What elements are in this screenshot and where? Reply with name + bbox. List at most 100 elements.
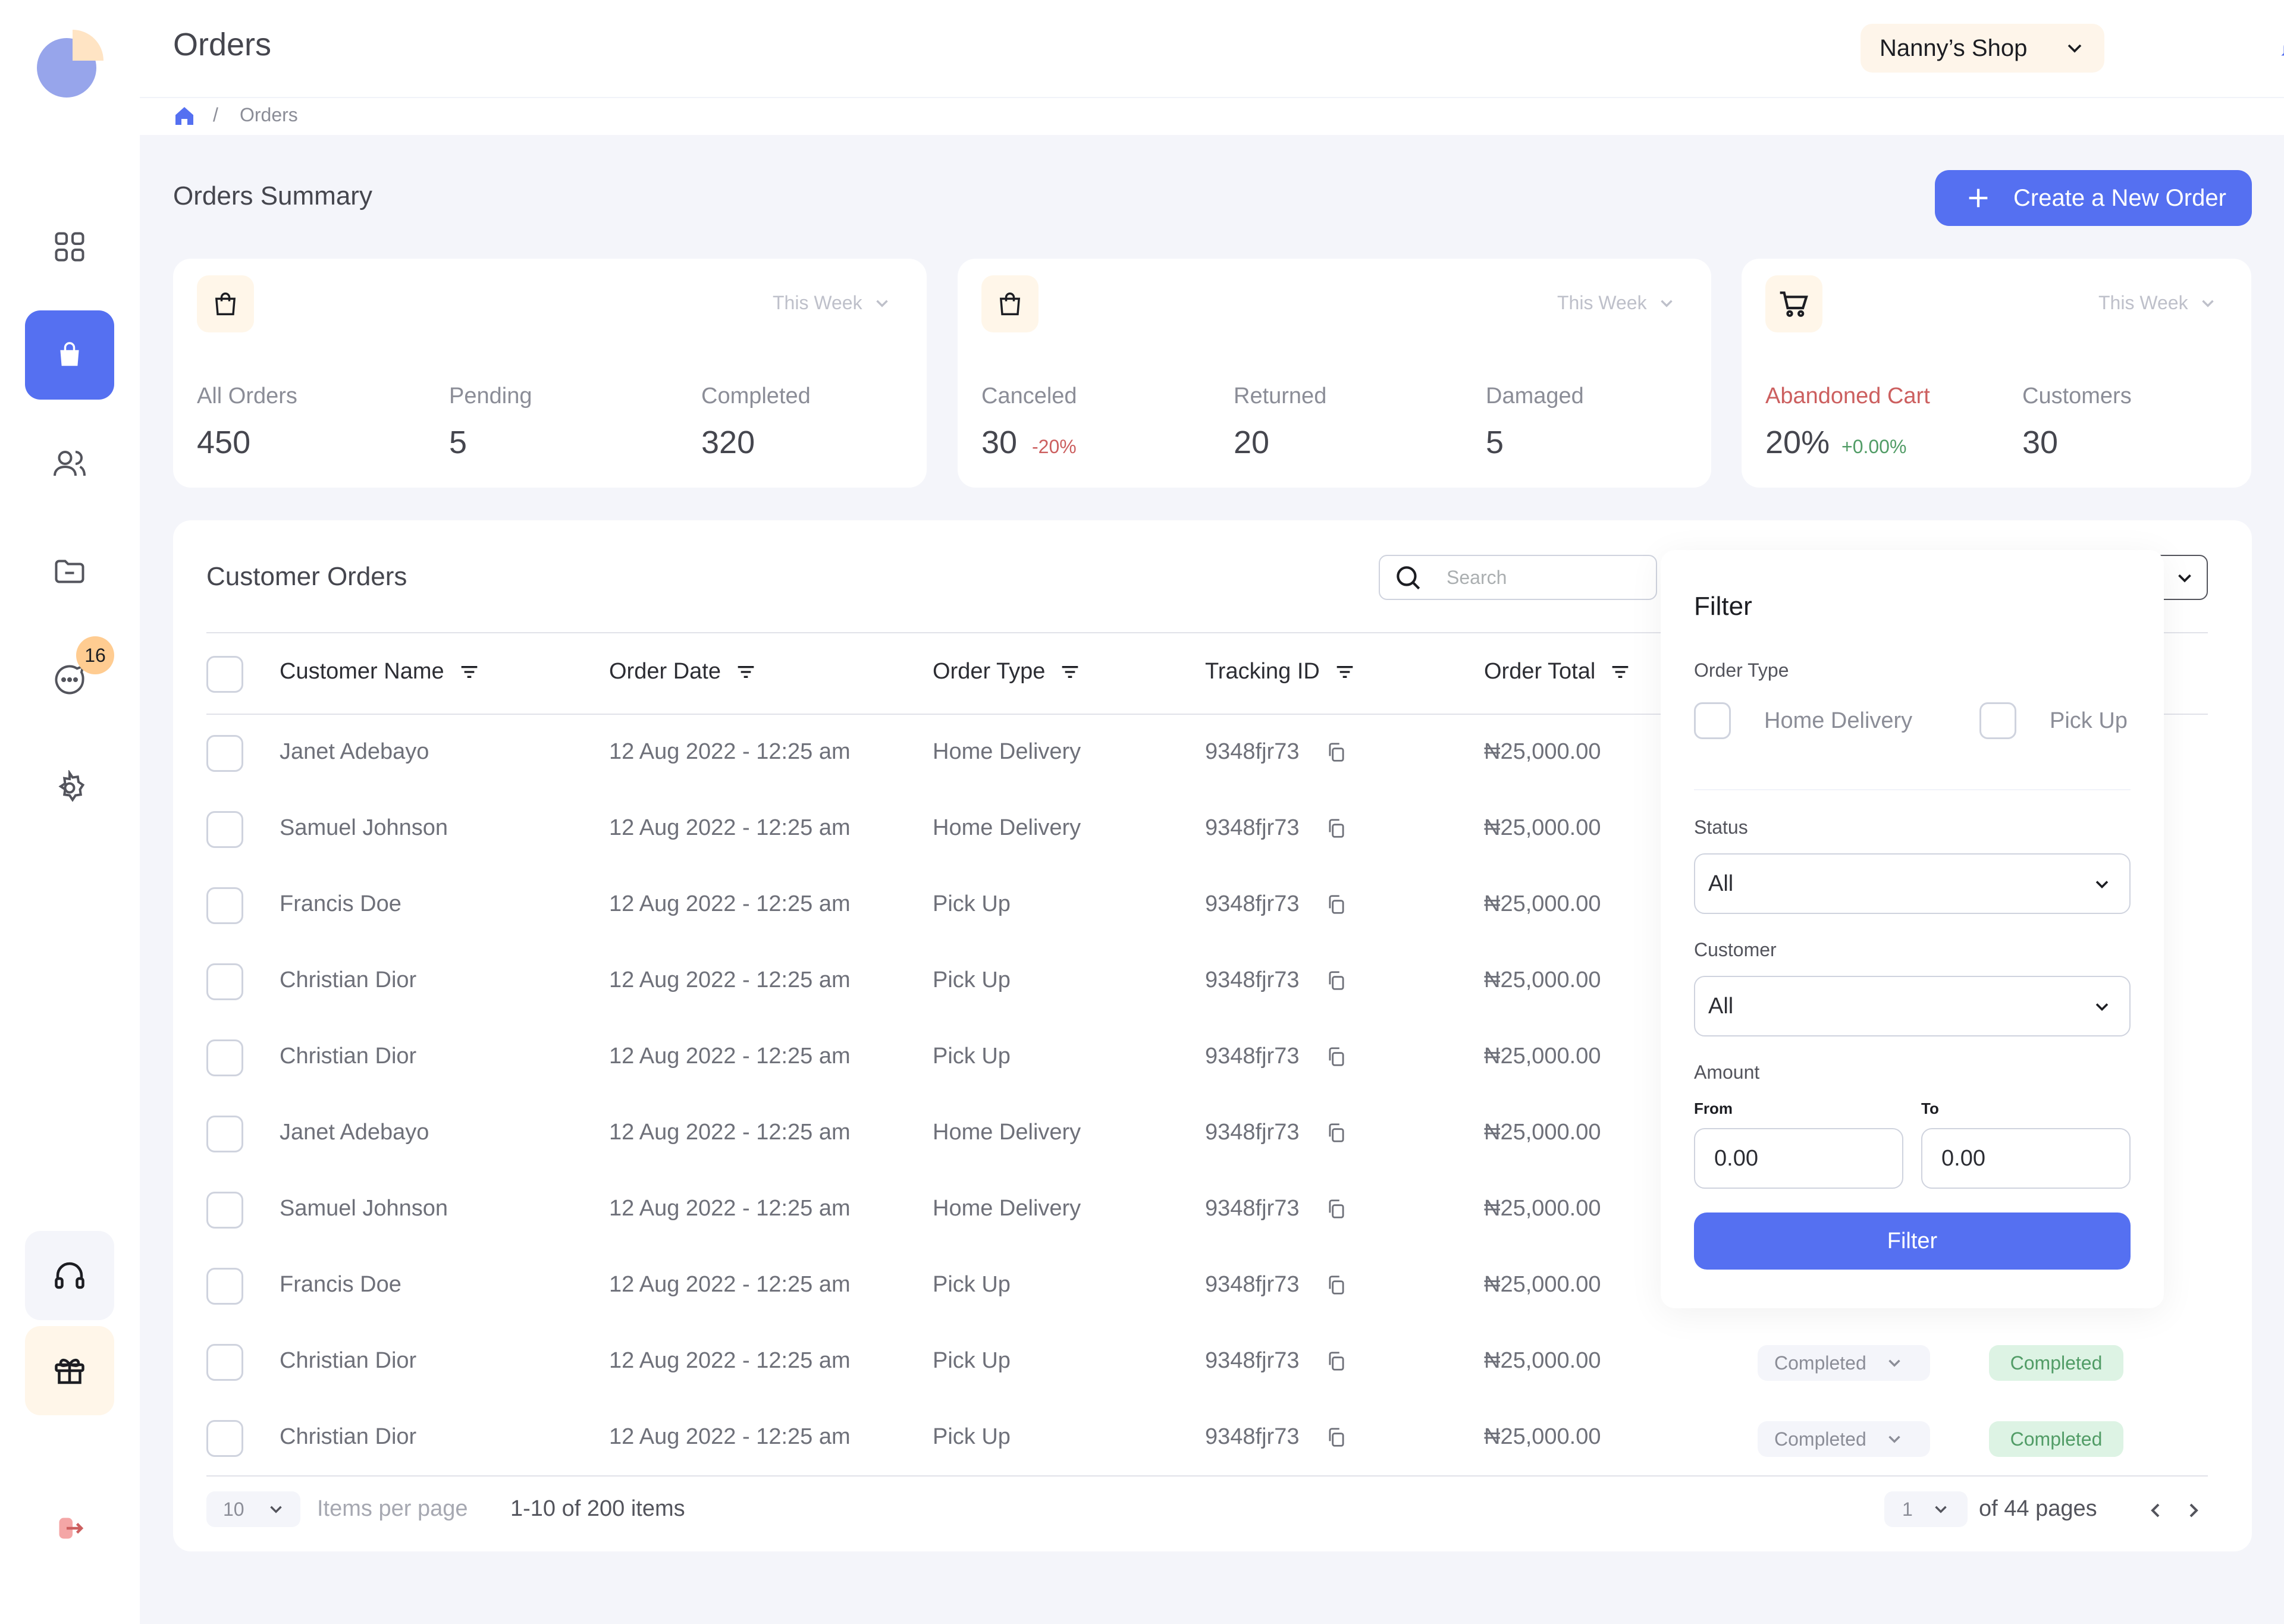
filter-title: Filter bbox=[1694, 592, 1752, 621]
copy-icon[interactable] bbox=[1325, 969, 1348, 992]
gift-button[interactable] bbox=[25, 1326, 114, 1415]
summary-card-returns: This Week Canceled 30 -20% Returned 20 D… bbox=[958, 259, 1711, 488]
chevron-down-icon bbox=[876, 300, 888, 307]
amount-to-input[interactable]: 0.00 bbox=[1921, 1128, 2131, 1189]
chevron-down-icon bbox=[1935, 1506, 1947, 1513]
support-button[interactable] bbox=[25, 1231, 114, 1320]
bag-icon bbox=[999, 292, 1021, 316]
copy-icon[interactable] bbox=[1325, 1350, 1348, 1372]
stat-label: Completed bbox=[701, 384, 811, 409]
app-logo[interactable] bbox=[34, 27, 106, 99]
row-checkbox[interactable] bbox=[206, 811, 243, 848]
tracking-id: 9348fjr73 bbox=[1205, 891, 1300, 916]
row-checkbox[interactable] bbox=[206, 887, 243, 924]
search-placeholder: Search bbox=[1447, 566, 1507, 588]
summary-card-orders: This Week All Orders 450 Pending 5 Compl… bbox=[173, 259, 927, 488]
column-header-order-date[interactable]: Order Date bbox=[609, 659, 758, 684]
select-all-checkbox[interactable] bbox=[206, 656, 243, 693]
shop-name: Nanny’s Shop bbox=[1880, 34, 2028, 61]
per-page-select[interactable]: 10 bbox=[206, 1491, 300, 1527]
order-date: 12 Aug 2022 - 12:25 am bbox=[609, 1348, 851, 1373]
customer-name: Samuel Johnson bbox=[280, 1196, 448, 1221]
copy-icon[interactable] bbox=[1325, 1122, 1348, 1144]
chevron-left-icon[interactable] bbox=[2144, 1499, 2167, 1522]
row-checkbox[interactable] bbox=[206, 1268, 243, 1305]
pick-up-checkbox[interactable] bbox=[1979, 702, 2016, 739]
shop-selector[interactable]: Nanny’s Shop bbox=[1861, 24, 2104, 73]
filter-lines-icon bbox=[461, 665, 477, 678]
column-header-order-total[interactable]: Order Total bbox=[1484, 659, 1632, 684]
period-label: This Week bbox=[1557, 292, 1647, 313]
row-checkbox[interactable] bbox=[206, 1039, 243, 1076]
bell-icon bbox=[2281, 45, 2284, 56]
order-total: ₦25,000.00 bbox=[1484, 1348, 1601, 1373]
users-icon bbox=[54, 451, 86, 476]
copy-icon[interactable] bbox=[1325, 817, 1348, 840]
action-dropdown[interactable]: Completed bbox=[1758, 1421, 1930, 1457]
sidebar-item-inventory[interactable] bbox=[25, 527, 114, 616]
sidebar-item-dashboard[interactable] bbox=[25, 202, 114, 291]
page-value: 1 bbox=[1902, 1498, 1913, 1520]
customer-select[interactable]: All bbox=[1694, 976, 2131, 1036]
column-label: Order Date bbox=[609, 659, 721, 684]
copy-icon[interactable] bbox=[1325, 1274, 1348, 1296]
chevron-down-icon bbox=[2201, 300, 2214, 307]
row-checkbox[interactable] bbox=[206, 1420, 243, 1457]
breadcrumb-current: Orders bbox=[240, 104, 298, 125]
customer-name: Janet Adebayo bbox=[280, 739, 429, 764]
pagination-divider bbox=[206, 1475, 2208, 1477]
customer-label: Customer bbox=[1694, 939, 1777, 960]
period-dropdown[interactable]: This Week bbox=[2098, 292, 2218, 314]
column-header-order-type[interactable]: Order Type bbox=[933, 659, 1082, 684]
filter-button-label: Filter bbox=[1887, 1228, 1938, 1254]
breadcrumb: / Orders bbox=[140, 98, 2284, 135]
pages-total: of 44 pages bbox=[1979, 1496, 2097, 1521]
row-checkbox[interactable] bbox=[206, 1344, 243, 1381]
chevron-down-icon bbox=[2178, 574, 2191, 583]
row-checkbox[interactable] bbox=[206, 1192, 243, 1229]
home-icon[interactable] bbox=[172, 104, 196, 128]
column-header-customer-name[interactable]: Customer Name bbox=[280, 659, 481, 684]
copy-icon[interactable] bbox=[1325, 1426, 1348, 1449]
customer-name: Janet Adebayo bbox=[280, 1120, 429, 1145]
page-select[interactable]: 1 bbox=[1884, 1491, 1968, 1527]
amount-from-input[interactable]: 0.00 bbox=[1694, 1128, 1903, 1189]
period-dropdown[interactable]: This Week bbox=[1557, 292, 1677, 314]
order-total: ₦25,000.00 bbox=[1484, 1424, 1601, 1449]
logout-button[interactable] bbox=[25, 1484, 114, 1573]
column-header-tracking-id[interactable]: Tracking ID bbox=[1205, 659, 1357, 684]
row-checkbox[interactable] bbox=[206, 1116, 243, 1152]
home-delivery-checkbox[interactable] bbox=[1694, 702, 1731, 739]
row-checkbox[interactable] bbox=[206, 963, 243, 1000]
chevron-right-icon[interactable] bbox=[2182, 1499, 2205, 1522]
order-type: Home Delivery bbox=[933, 1196, 1081, 1221]
row-checkbox[interactable] bbox=[206, 735, 243, 772]
chevron-down-icon bbox=[1888, 1435, 1900, 1443]
sidebar-item-orders[interactable] bbox=[25, 310, 114, 400]
search-box[interactable]: Search bbox=[1379, 555, 1657, 600]
order-type: Pick Up bbox=[933, 1424, 1011, 1449]
action-dropdown[interactable]: Completed bbox=[1758, 1345, 1930, 1381]
copy-icon[interactable] bbox=[1325, 893, 1348, 916]
create-order-button[interactable]: Create a New Order bbox=[1935, 170, 2252, 226]
chevron-down-icon bbox=[1888, 1359, 1900, 1367]
logout-icon bbox=[59, 1518, 84, 1539]
copy-icon[interactable] bbox=[1325, 1198, 1348, 1220]
order-total: ₦25,000.00 bbox=[1484, 968, 1601, 992]
gift-icon bbox=[55, 1358, 84, 1384]
status-label: Status bbox=[1694, 816, 1748, 838]
filter-submit-button[interactable]: Filter bbox=[1694, 1212, 2131, 1270]
stat-label: Customers bbox=[2022, 384, 2132, 409]
sidebar-item-customers[interactable] bbox=[25, 419, 114, 508]
action-label: Completed bbox=[1774, 1352, 1866, 1374]
copy-icon[interactable] bbox=[1325, 1045, 1348, 1068]
status-select[interactable]: All bbox=[1694, 853, 2131, 914]
filter-lines-icon bbox=[1336, 665, 1353, 678]
notifications-button[interactable] bbox=[2276, 33, 2284, 63]
sidebar-item-settings[interactable] bbox=[25, 743, 114, 833]
period-dropdown[interactable]: This Week bbox=[773, 292, 892, 314]
folder-icon bbox=[55, 560, 84, 583]
order-type: Pick Up bbox=[933, 1044, 1011, 1069]
copy-icon[interactable] bbox=[1325, 741, 1348, 764]
customer-name: Francis Doe bbox=[280, 891, 401, 916]
